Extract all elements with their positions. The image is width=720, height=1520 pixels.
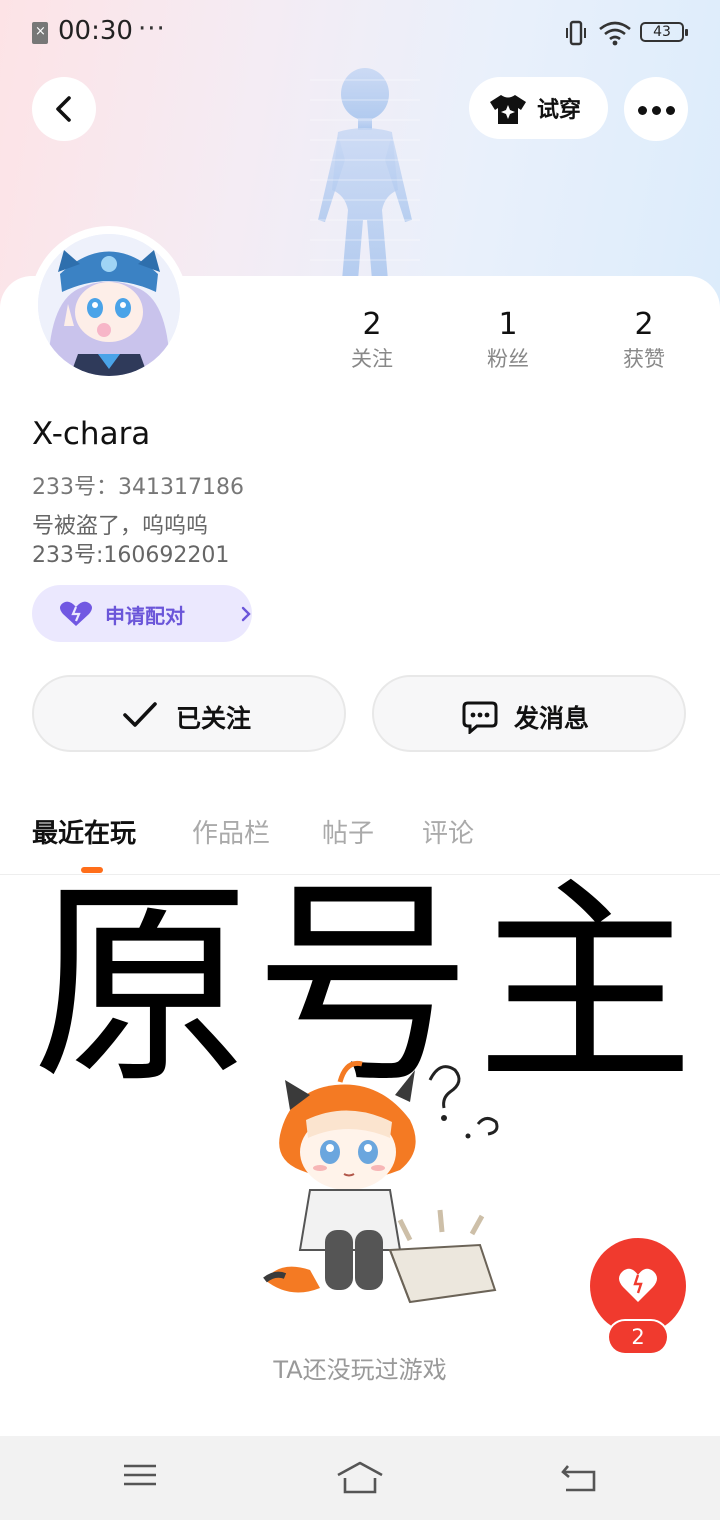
more-options-button[interactable]: [624, 77, 688, 141]
chevron-left-icon: [56, 96, 71, 122]
menu-icon[interactable]: [122, 1460, 158, 1490]
username: X-chara: [32, 416, 151, 452]
user-id: 233号：341317186: [32, 475, 244, 500]
followers-stat[interactable]: 1 粉丝: [453, 306, 563, 374]
followers-label: 粉丝: [487, 347, 529, 371]
following-count: 2: [362, 307, 382, 342]
banner-character: 原: [32, 860, 250, 1113]
likes-received-count: 2: [634, 307, 654, 342]
chat-bubble-icon: [462, 701, 498, 734]
status-bar: 00:30 ··· 43: [0, 0, 720, 64]
chevron-right-icon: [241, 606, 251, 622]
following-label: 关注: [351, 347, 393, 371]
system-navigation-bar: [0, 1436, 720, 1520]
no-sim-icon: [32, 22, 48, 44]
followers-count: 1: [498, 307, 518, 342]
send-message-button[interactable]: 发消息: [372, 675, 686, 752]
tab-recently-played[interactable]: 最近在玩: [32, 813, 136, 850]
tab-posts[interactable]: 帖子: [322, 813, 374, 850]
battery-indicator: 43: [640, 22, 688, 42]
vibrate-icon: [566, 20, 586, 46]
home-icon[interactable]: [335, 1460, 385, 1496]
tab-comments[interactable]: 评论: [422, 813, 474, 850]
request-pairing-label: 申请配对: [105, 604, 185, 628]
more-dots-icon: [666, 106, 675, 115]
avatar-image: [38, 234, 180, 376]
empty-state-illustration: [263, 1060, 499, 1304]
battery-level: 43: [653, 24, 671, 40]
avatar-hologram-figure: [310, 68, 420, 280]
status-time: 00:30: [58, 16, 133, 46]
following-stat[interactable]: 2 关注: [317, 306, 427, 374]
try-on-label: 试穿: [537, 98, 582, 123]
user-bio: 号被盗了，呜呜呜 233号:160692201: [32, 512, 229, 570]
followed-label: 已关注: [176, 704, 252, 733]
heart-icon: [60, 601, 92, 626]
avatar[interactable]: [30, 226, 188, 384]
try-on-button[interactable]: 试穿: [469, 77, 608, 139]
more-dots-icon: [652, 106, 661, 115]
back-button[interactable]: [32, 77, 96, 141]
checkmark-icon: [123, 702, 157, 727]
bio-line: 号被盗了，呜呜呜: [32, 514, 209, 539]
wifi-icon: [599, 21, 631, 46]
empty-state-text: TA还没玩过游戏: [273, 1356, 447, 1384]
likes-received-label: 获赞: [623, 347, 665, 371]
like-button[interactable]: [590, 1238, 686, 1334]
status-more-indicator: ···: [138, 14, 166, 44]
back-nav-icon[interactable]: [560, 1460, 600, 1494]
likes-stat[interactable]: 2 获赞: [589, 306, 699, 374]
tshirt-sparkle-icon: [490, 95, 526, 124]
request-pairing-button[interactable]: 申请配对: [32, 585, 252, 642]
tab-works[interactable]: 作品栏: [192, 813, 270, 850]
bio-line: 233号:160692201: [32, 543, 230, 568]
send-message-label: 发消息: [514, 704, 590, 733]
like-count-badge: 2: [609, 1321, 667, 1353]
more-dots-icon: [638, 106, 647, 115]
heart-icon: [619, 1268, 657, 1302]
followed-button[interactable]: 已关注: [32, 675, 346, 752]
